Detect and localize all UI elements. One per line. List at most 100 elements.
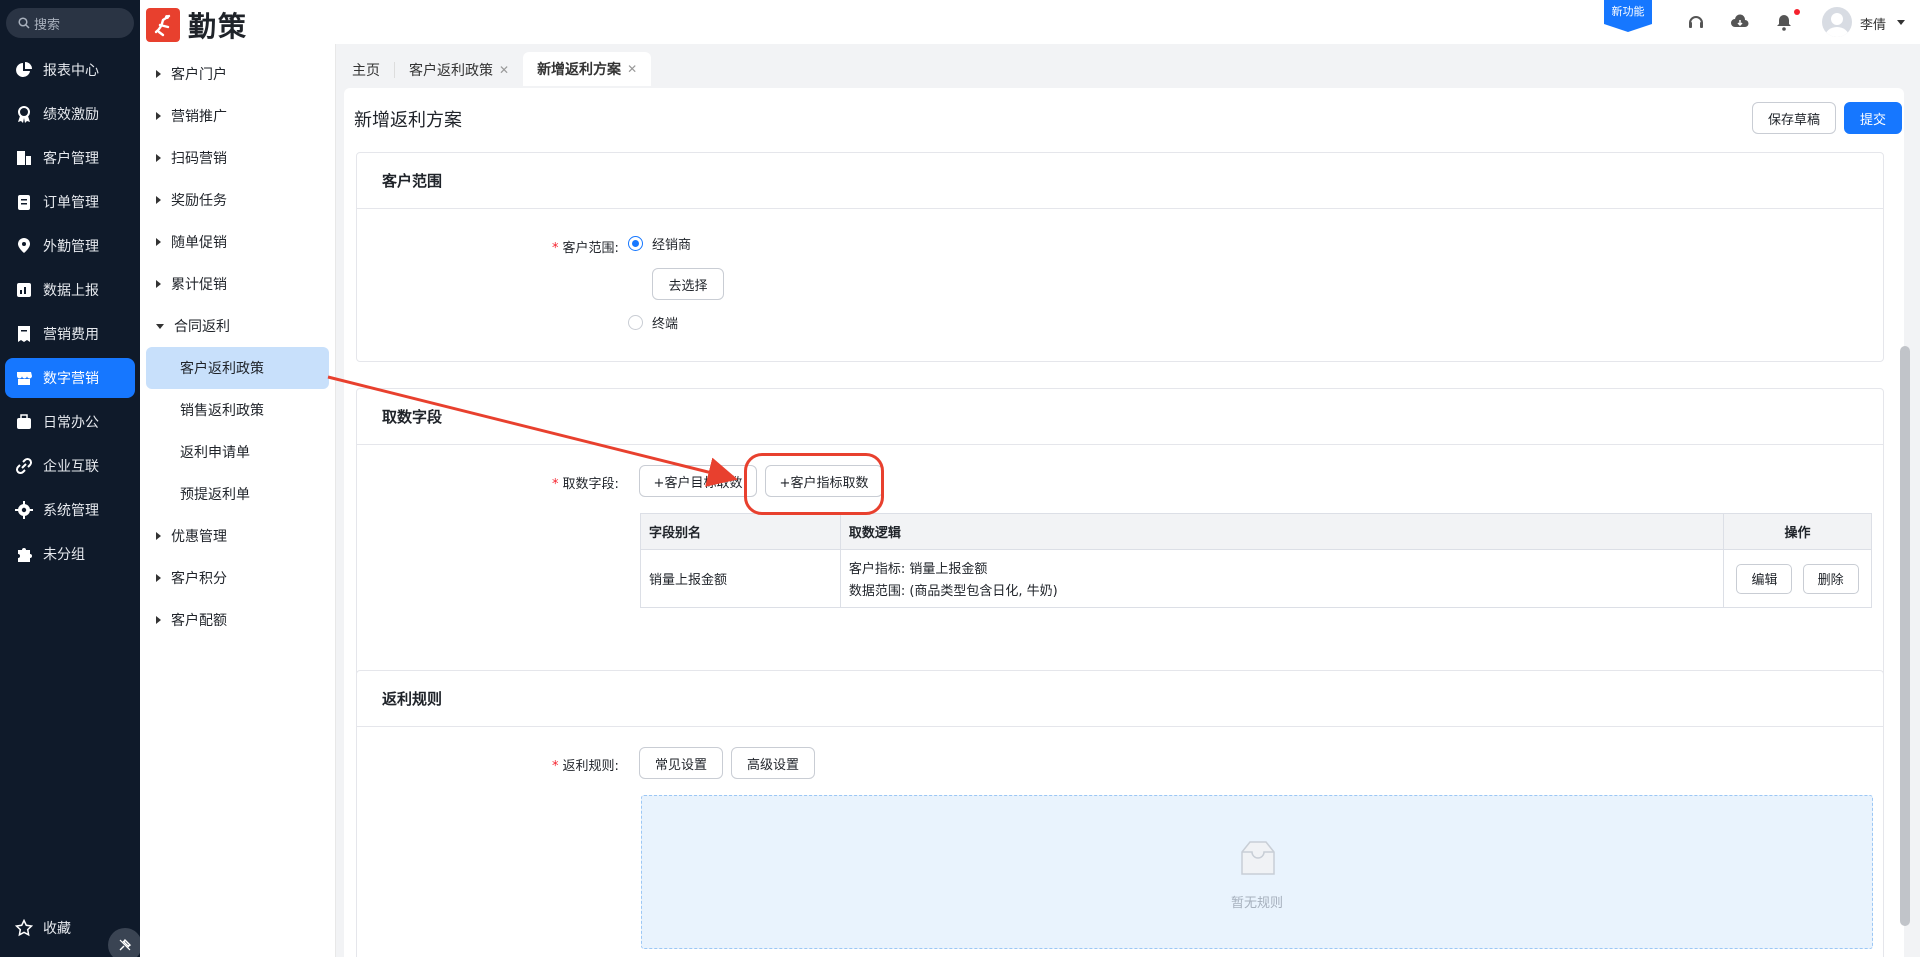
subnav-item-rebate-application[interactable]: 返利申请单 <box>146 431 329 473</box>
close-icon[interactable]: ✕ <box>627 62 637 76</box>
report-icon <box>17 283 31 297</box>
subnav-item-sales-rebate-policy[interactable]: 销售返利政策 <box>146 389 329 431</box>
nav-label: 客户管理 <box>43 151 99 167</box>
user-name[interactable]: 李倩 <box>1860 14 1886 33</box>
nav-item-digital-marketing[interactable]: 数字营销 <box>5 358 135 398</box>
common-settings-button[interactable]: 常见设置 <box>639 747 723 779</box>
puzzle-icon <box>18 548 32 562</box>
section-title: 取数字段 <box>357 389 1883 445</box>
subnav-group-promotion[interactable]: 营销推广 <box>150 98 227 134</box>
building-icon <box>17 151 31 165</box>
customer-scope-card: 客户范围 * 客户范围: 经销商 去选择 终端 <box>356 152 1884 362</box>
nav-item-marketing-cost[interactable]: 营销费用 <box>5 314 135 354</box>
avatar[interactable] <box>1822 7 1852 37</box>
nav-label: 报表中心 <box>43 63 99 79</box>
nav-item-customers[interactable]: 客户管理 <box>5 138 135 178</box>
subnav-group-order-promo[interactable]: 随单促销 <box>150 224 227 260</box>
subnav-group-scan[interactable]: 扫码营销 <box>150 140 227 176</box>
operation-cell: 编辑 删除 <box>1723 549 1872 608</box>
tab-new-rebate-plan[interactable]: 新增返利方案 ✕ <box>523 52 652 86</box>
empty-inbox-icon <box>1241 841 1275 875</box>
chevron-down-icon[interactable] <box>1897 20 1905 25</box>
advanced-settings-button[interactable]: 高级设置 <box>731 747 815 779</box>
caret-right-icon <box>156 112 161 120</box>
subnav-group-cumulative[interactable]: 累计促销 <box>150 266 227 302</box>
app-logo[interactable]: 勤策 <box>146 5 248 45</box>
label-text: 返利规则: <box>562 759 619 774</box>
headset-icon[interactable] <box>1686 12 1706 32</box>
add-customer-target-button[interactable]: +客户目标取数 <box>639 465 757 497</box>
select-customers-button[interactable]: 去选择 <box>652 268 724 300</box>
field-logic-cell: 客户指标: 销量上报金额 数据范围: (商品类型包含日化, 牛奶) <box>840 549 1725 608</box>
caret-right-icon <box>156 154 161 162</box>
radio-dealer[interactable]: 经销商 <box>628 234 691 253</box>
label-text: 取数字段: <box>562 477 619 492</box>
subnav-label: 客户返利政策 <box>180 361 264 377</box>
table-row: 销量上报金额 客户指标: 销量上报金额 数据范围: (商品类型包含日化, 牛奶)… <box>640 549 1872 608</box>
radio-checked-icon <box>628 236 643 251</box>
logic-line: 客户指标: 销量上报金额 <box>848 562 988 577</box>
nav-label: 外勤管理 <box>43 239 99 255</box>
caret-down-icon <box>156 323 164 329</box>
caret-right-icon <box>156 532 161 540</box>
subnav-label: 客户积分 <box>171 571 227 587</box>
search-icon <box>18 17 30 29</box>
subnav-group-contract-rebate[interactable]: 合同返利 <box>150 308 230 344</box>
rebate-rules-card: 返利规则 * 返利规则: 常见设置 高级设置 暂无规则 <box>356 670 1884 957</box>
close-icon[interactable]: ✕ <box>499 63 509 77</box>
subnav-label: 返利申请单 <box>180 445 250 461</box>
nav-item-orders[interactable]: 订单管理 <box>5 182 135 222</box>
nav-item-system[interactable]: 系统管理 <box>5 490 135 530</box>
save-draft-button[interactable]: 保存草稿 <box>1752 102 1836 134</box>
location-icon <box>18 238 30 253</box>
subnav-group-points[interactable]: 客户积分 <box>150 560 227 596</box>
subnav-group-discount[interactable]: 优惠管理 <box>150 518 227 554</box>
search-placeholder: 搜索 <box>34 17 61 33</box>
nav-item-reports[interactable]: 报表中心 <box>5 50 135 90</box>
subnav-group-quota[interactable]: 客户配额 <box>150 602 227 638</box>
required-mark: * <box>552 759 559 774</box>
nav-item-performance[interactable]: 绩效激励 <box>5 94 135 134</box>
bell-icon[interactable] <box>1774 12 1794 32</box>
logic-line: 数据范围: (商品类型包含日化, 牛奶) <box>848 584 1058 599</box>
nav-label: 订单管理 <box>43 195 99 211</box>
new-feature-badge[interactable]: 新功能 <box>1604 0 1652 32</box>
subnav-label: 客户配额 <box>171 613 227 629</box>
annotation-highlight-ring <box>744 453 884 515</box>
nav-label: 企业互联 <box>43 459 99 475</box>
table-header-row: 字段别名 取数逻辑 操作 <box>640 513 1872 550</box>
nav-label: 未分组 <box>43 547 85 563</box>
submit-button[interactable]: 提交 <box>1844 102 1902 134</box>
cloud-download-icon[interactable] <box>1730 12 1750 32</box>
gear-icon <box>15 501 33 519</box>
data-fields-label: * 取数字段: <box>552 473 619 492</box>
vertical-scrollbar[interactable] <box>1900 346 1910 926</box>
subnav-group-reward[interactable]: 奖励任务 <box>150 182 227 218</box>
edit-button[interactable]: 编辑 <box>1736 563 1793 594</box>
delete-button[interactable]: 删除 <box>1802 563 1859 594</box>
subnav-item-customer-rebate-policy[interactable]: 客户返利政策 <box>146 347 329 389</box>
page-tabs: 主页 客户返利政策 ✕ 新增返利方案 ✕ <box>338 52 652 86</box>
subnav-group-portal[interactable]: 客户门户 <box>150 56 227 92</box>
radio-terminal[interactable]: 终端 <box>628 313 678 332</box>
search-input[interactable]: 搜索 <box>6 8 134 38</box>
tab-label: 新增返利方案 <box>537 62 622 78</box>
tab-home[interactable]: 主页 <box>338 54 394 86</box>
rebate-rules-label: * 返利规则: <box>552 755 619 774</box>
nav-label: 数字营销 <box>43 371 99 387</box>
customer-scope-label: * 客户范围: <box>552 237 619 256</box>
favorites-item[interactable]: 收藏 <box>5 908 71 948</box>
tab-customer-rebate-policy[interactable]: 客户返利政策 ✕ <box>395 54 523 86</box>
nav-item-office[interactable]: 日常办公 <box>5 402 135 442</box>
pin-sidebar-button[interactable] <box>108 928 142 957</box>
nav-item-ungrouped[interactable]: 未分组 <box>5 534 135 574</box>
nav-item-field[interactable]: 外勤管理 <box>5 226 135 266</box>
required-mark: * <box>552 241 559 256</box>
radio-label: 经销商 <box>652 238 692 253</box>
nav-item-data-report[interactable]: 数据上报 <box>5 270 135 310</box>
subnav-label: 预提返利单 <box>180 487 250 503</box>
nav-item-interconnect[interactable]: 企业互联 <box>5 446 135 486</box>
nav-label: 绩效激励 <box>43 107 99 123</box>
subnav-label: 奖励任务 <box>171 193 227 209</box>
subnav-item-accrued-rebate[interactable]: 预提返利单 <box>146 473 329 515</box>
